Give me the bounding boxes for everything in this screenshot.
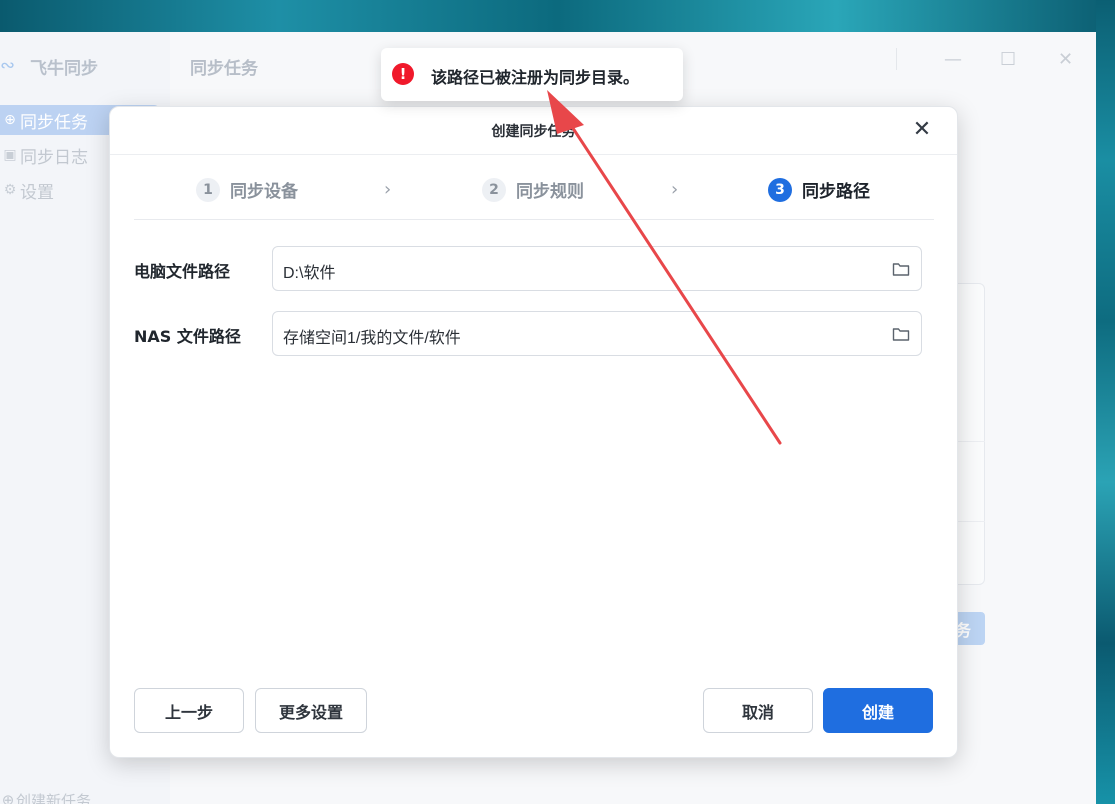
step-label: 同步设备 [230,182,298,202]
desktop-wallpaper-right [1096,0,1115,804]
stepper: 1 同步设备 › 2 同步规则 › 3 同步路径 [134,167,934,220]
minimize-button[interactable]: — [944,48,962,72]
previous-step-button[interactable]: 上一步 [134,688,244,733]
dialog-header: 创建同步任务 ✕ [110,107,957,155]
title-bar-divider [896,48,897,70]
brand: ∾ 飞牛同步 [0,54,98,79]
chevron-right-icon: › [671,179,679,200]
page-title: 同步任务 [190,59,258,79]
create-new-task-label: 创建新任务 [16,791,92,804]
nas-path-input[interactable]: 存储空间1/我的文件/软件 [272,311,922,356]
pc-path-value: D:\软件 [283,265,336,282]
error-icon: ! [392,63,414,85]
more-settings-button[interactable]: 更多设置 [255,688,367,733]
step-number: 2 [482,177,506,202]
step-sync-device: 1 同步设备 [196,177,298,202]
close-icon[interactable]: ✕ [910,117,934,143]
chevron-right-icon: › [384,179,392,200]
create-new-task-link[interactable]: ⊕ 创建新任务 [0,788,91,804]
folder-icon[interactable] [892,325,910,343]
sidebar-item-label: 同步任务 [20,112,88,133]
step-sync-rules: 2 同步规则 [482,177,584,202]
app-logo-icon: ∾ [0,55,16,76]
nas-path-value: 存储空间1/我的文件/软件 [283,330,461,347]
create-sync-task-dialog: 创建同步任务 ✕ 1 同步设备 › 2 同步规则 › 3 同步路径 电脑文件路径… [109,106,958,758]
sync-circle-icon: ⊕ [4,112,16,128]
maximize-button[interactable]: ☐ [1000,48,1016,72]
step-number: 3 [768,177,792,202]
sidebar-item-label: 同步日志 [20,147,88,168]
create-button[interactable]: 创建 [823,688,933,733]
toast-message: 该路径已被注册为同步目录。 [431,68,640,87]
close-window-button[interactable]: ✕ [1058,48,1073,72]
cancel-button[interactable]: 取消 [703,688,813,733]
pc-path-label: 电脑文件路径 [134,262,231,281]
log-icon: ▣ [3,147,17,163]
step-number: 1 [196,177,220,202]
desktop-wallpaper-top [0,0,1115,32]
gear-icon: ⚙ [3,182,17,198]
nas-path-label: NAS 文件路径 [134,327,241,346]
app-name: 飞牛同步 [30,58,98,79]
step-label: 同步路径 [802,182,870,202]
folder-icon[interactable] [892,260,910,278]
plus-circle-icon: ⊕ [1,791,15,804]
error-toast: ! 该路径已被注册为同步目录。 [381,48,683,101]
sidebar-item-label: 设置 [20,182,54,203]
dialog-title: 创建同步任务 [491,124,576,140]
step-sync-path: 3 同步路径 [768,177,870,202]
pc-path-input[interactable]: D:\软件 [272,246,922,291]
step-label: 同步规则 [516,182,584,202]
